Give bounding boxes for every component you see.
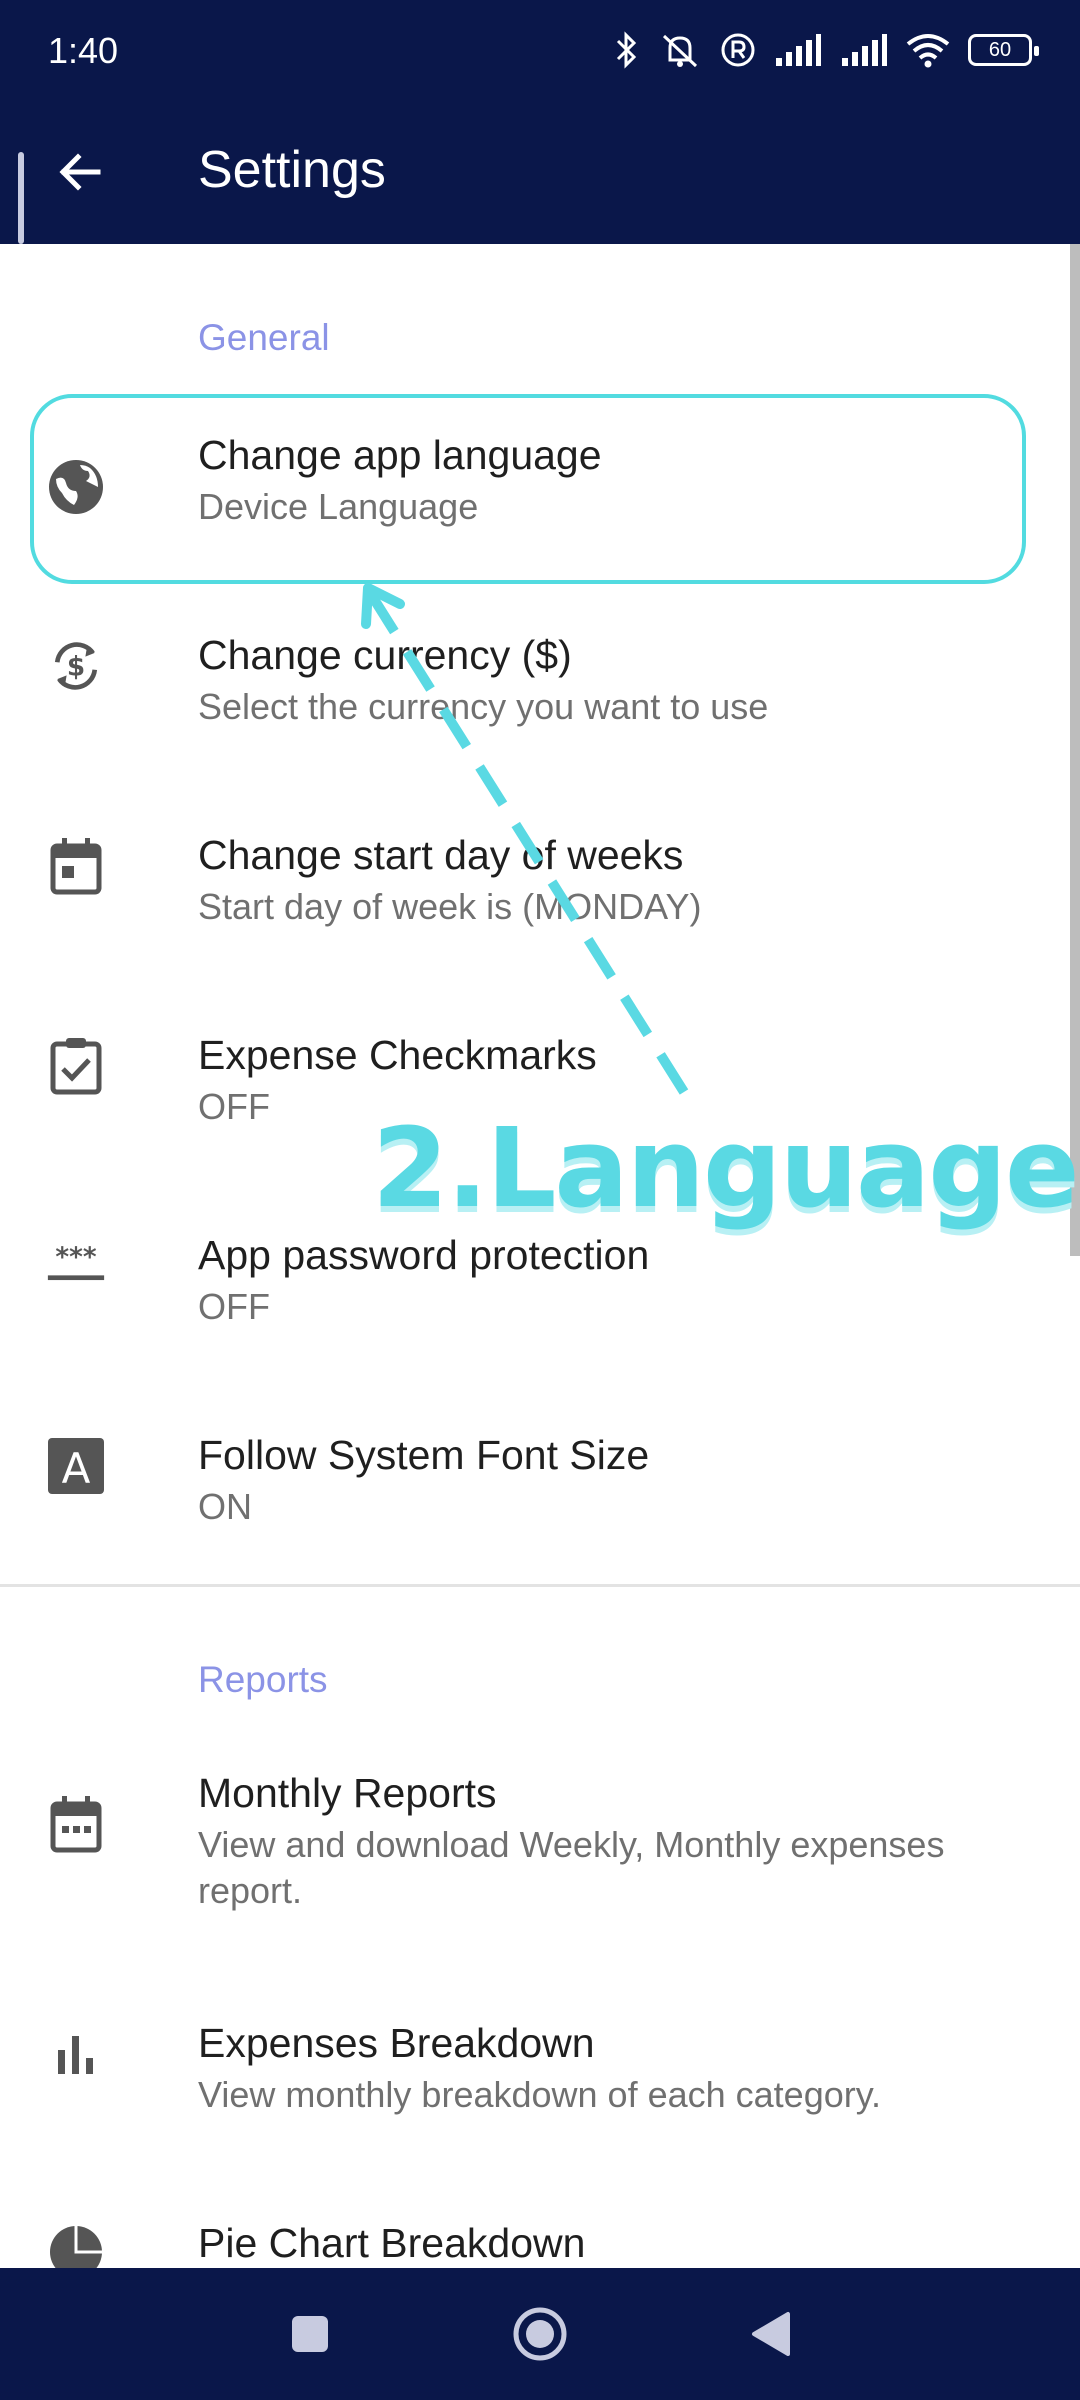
recents-button[interactable] [270,2294,350,2374]
setting-system-font-size[interactable]: A Follow System Font Size ON [0,1394,1080,1584]
setting-expenses-breakdown[interactable]: Expenses Breakdown View monthly breakdow… [0,1984,1080,2174]
setting-subtitle: Select the currency you want to use [198,686,769,727]
setting-title: Expense Checkmarks [198,1032,597,1078]
status-icons: 60 [614,26,1039,74]
section-divider [0,1584,1080,1587]
setting-title: Change currency ($) [198,632,572,678]
annotation-label: 2.Languages [372,1104,1080,1232]
svg-text:***: *** [55,1246,96,1273]
currency-sync-icon: $ [46,636,106,696]
edge-indicator [18,152,24,244]
bluetooth-icon [616,31,637,69]
section-header-general: General [198,317,330,358]
setting-title: Monthly Reports [198,1770,497,1816]
triangle-back-icon [752,2312,790,2356]
font-icon: A [46,1436,106,1496]
setting-subtitle: ON [198,1486,252,1527]
setting-subtitle: View monthly breakdown of each category. [198,2074,882,2115]
setting-title: Change start day of weeks [198,832,684,878]
setting-title: Follow System Font Size [198,1432,650,1478]
clipboard-check-icon [46,1036,106,1096]
setting-change-language[interactable]: Change app language Device Language [0,394,1080,584]
pie-chart-icon [46,2222,106,2268]
system-nav-bar [0,2268,1080,2400]
svg-text:$: $ [67,652,85,682]
setting-title: Expenses Breakdown [198,2020,595,2066]
globe-icon [46,457,106,517]
setting-pie-chart-breakdown[interactable]: Pie Chart Breakdown [0,2184,1080,2268]
page-title: Settings [198,141,386,199]
setting-monthly-reports[interactable]: Monthly Reports View and download Weekly… [0,1734,1080,1974]
settings-list[interactable]: General Change app language Device Langu… [0,244,1080,2268]
setting-title: App password protection [198,1232,650,1278]
signal-icon [776,34,821,66]
setting-subtitle: Device Language [198,486,479,527]
app-bar: Settings [0,100,1080,244]
password-icon: *** [46,1236,106,1296]
back-nav-button[interactable] [730,2294,810,2374]
bar-chart-icon [46,2024,106,2084]
wifi-icon [906,34,950,68]
home-button[interactable] [500,2294,580,2374]
registered-icon [721,33,755,67]
setting-change-currency[interactable]: $ Change currency ($) Select the currenc… [0,594,1080,784]
setting-subtitle: OFF [198,1286,270,1327]
status-bar: 1:40 60 [0,0,1080,100]
battery-level: 60 [988,38,1012,61]
signal-icon-2 [842,34,887,66]
setting-title: Pie Chart Breakdown [198,2220,586,2266]
battery-icon: 60 [968,34,1039,66]
setting-subtitle: View and download Weekly, Monthly expens… [198,1824,945,1911]
setting-subtitle: Start day of week is (MONDAY) [198,886,702,927]
back-button[interactable] [36,128,124,216]
setting-title: Change app language [198,432,602,478]
setting-start-day[interactable]: Change start day of weeks Start day of w… [0,794,1080,984]
square-icon [292,2316,328,2352]
calendar-month-icon [46,1794,106,1854]
section-header-reports: Reports [198,1659,328,1700]
arrow-left-icon [59,153,101,191]
muted-bell-icon [662,34,698,68]
svg-text:A: A [62,1444,91,1493]
circle-icon [513,2307,567,2361]
status-time: 1:40 [48,30,119,71]
calendar-icon [46,836,106,896]
